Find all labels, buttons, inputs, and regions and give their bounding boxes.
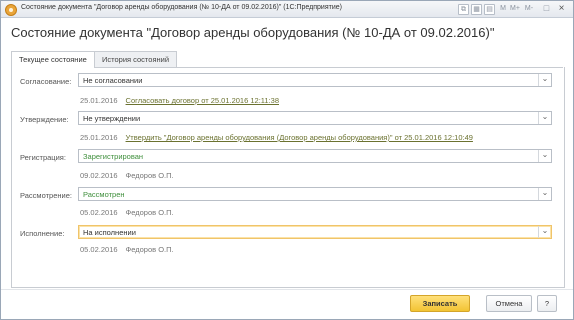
tab-current-state[interactable]: Текущее состояние: [11, 51, 95, 68]
execution-value: На исполнении: [83, 228, 136, 237]
execution-user: Федоров О.П.: [125, 245, 174, 254]
approval-label: Согласование:: [20, 77, 72, 86]
confirmation-task-link[interactable]: Утвердить "Договор аренды оборудования (…: [126, 133, 473, 142]
dropdown-icon[interactable]: ⌄: [538, 74, 551, 86]
tab-state-history[interactable]: История состояний: [94, 51, 178, 67]
confirmation-info: 25.01.2016 Утвердить "Договор аренды обор…: [80, 133, 473, 142]
approval-task-link[interactable]: Согласовать договор от 25.01.2016 12:11:…: [126, 96, 279, 105]
dropdown-icon[interactable]: ⌄: [538, 226, 551, 238]
confirmation-value: Не утверждении: [83, 114, 141, 123]
execution-date: 05.02.2016: [80, 245, 118, 254]
review-info: 05.02.2016 Федоров О.П.: [80, 208, 174, 217]
footer-divider: [1, 289, 573, 290]
execution-info: 05.02.2016 Федоров О.П.: [80, 245, 174, 254]
dropdown-icon[interactable]: ⌄: [538, 188, 551, 200]
confirmation-field[interactable]: Не утверждении ⌄: [78, 111, 552, 125]
registration-user: Федоров О.П.: [125, 171, 174, 180]
dialog-window: Состояние документа "Договор аренды обор…: [0, 0, 574, 320]
memory-minus-button[interactable]: M-: [523, 4, 535, 13]
execution-label: Исполнение:: [20, 229, 65, 238]
page-title: Состояние документа "Договор аренды обор…: [11, 25, 495, 40]
window-title: Состояние документа "Договор аренды обор…: [21, 4, 342, 11]
registration-field[interactable]: Зарегистрирован ⌄: [78, 149, 552, 163]
app-logo-icon: [5, 4, 17, 16]
review-user: Федоров О.П.: [125, 208, 174, 217]
close-icon[interactable]: ×: [557, 4, 566, 14]
calendar-icon[interactable]: ▦: [471, 4, 482, 15]
save-button[interactable]: Записать: [410, 295, 470, 312]
memory-button[interactable]: M: [499, 4, 507, 13]
review-date: 05.02.2016: [80, 208, 118, 217]
approval-info: 25.01.2016 Согласовать договор от 25.01.2…: [80, 96, 279, 105]
confirmation-label: Утверждение:: [20, 115, 69, 124]
help-button[interactable]: ?: [537, 295, 557, 312]
title-bar: Состояние документа "Договор аренды обор…: [1, 1, 573, 18]
registration-value: Зарегистрирован: [83, 152, 144, 161]
dropdown-icon[interactable]: ⌄: [538, 112, 551, 124]
approval-value: Не согласовании: [83, 76, 143, 85]
review-value: Рассмотрен: [83, 190, 125, 199]
restore-icon[interactable]: □: [542, 4, 551, 13]
review-field[interactable]: Рассмотрен ⌄: [78, 187, 552, 201]
registration-date: 09.02.2016: [80, 171, 118, 180]
tab-bar: Текущее состояние История состояний: [11, 51, 563, 68]
dropdown-icon[interactable]: ⌄: [538, 150, 551, 162]
memory-plus-button[interactable]: M+: [509, 4, 521, 13]
registration-info: 09.02.2016 Федоров О.П.: [80, 171, 174, 180]
execution-field[interactable]: На исполнении ⌄: [78, 225, 552, 239]
approval-date: 25.01.2016: [80, 96, 118, 105]
registration-label: Регистрация:: [20, 153, 66, 162]
approval-field[interactable]: Не согласовании ⌄: [78, 73, 552, 87]
calculator-icon[interactable]: ▤: [484, 4, 495, 15]
cancel-button[interactable]: Отмена: [486, 295, 532, 312]
confirmation-date: 25.01.2016: [80, 133, 118, 142]
review-label: Рассмотрение:: [20, 191, 72, 200]
link-icon[interactable]: ⧉: [458, 4, 469, 15]
